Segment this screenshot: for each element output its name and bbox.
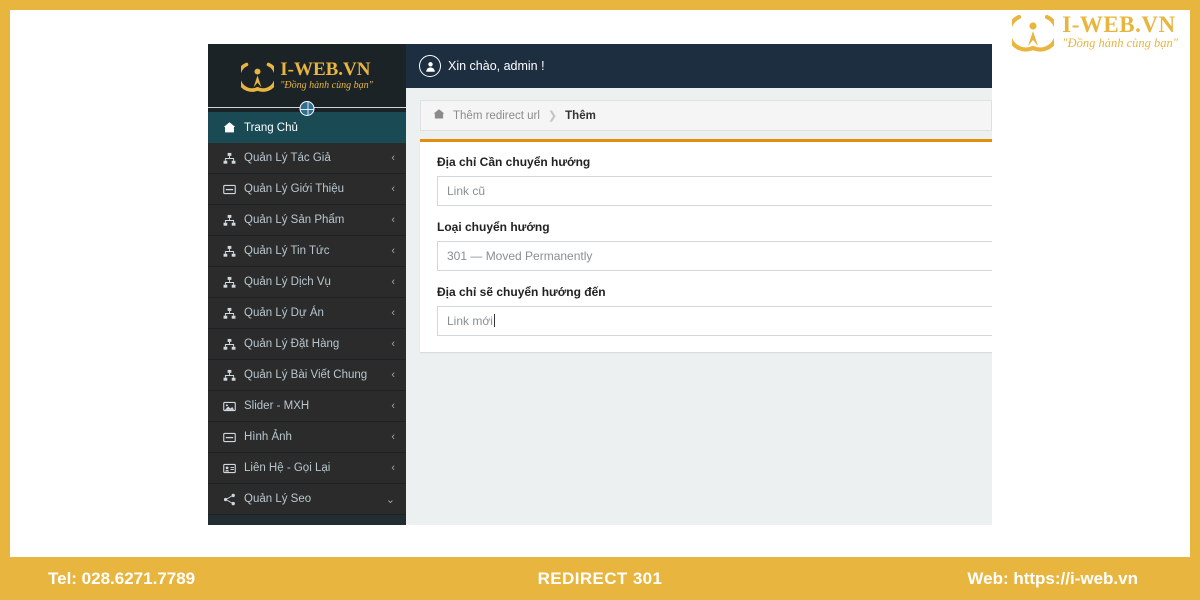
chevron-left-icon: ‹ [391, 214, 395, 226]
iweb-logo-icon [1007, 10, 1060, 52]
sidebar-item-label: Quản Lý Sản Phẩm [244, 214, 345, 226]
sidebar-item-5[interactable]: Quản Lý Dịch Vụ ‹ [208, 267, 406, 298]
sitemap-icon [222, 369, 237, 382]
sidebar-item-label: Quản Lý Dự Án [244, 307, 324, 319]
sidebar-item-2[interactable]: Quản Lý Giới Thiệu ‹ [208, 174, 406, 205]
brand-name: I-WEB.VN [1062, 11, 1176, 37]
breadcrumb-current: Thêm [565, 109, 596, 122]
sidebar: I-WEB.VN "Đồng hành cùng bạn" Trang Chủ Q… [208, 44, 406, 525]
globe-icon [299, 101, 315, 116]
chevron-left-icon: ‹ [391, 431, 395, 443]
chevron-left-icon: ‹ [391, 183, 395, 195]
sidebar-item-label: Trang Chủ [244, 121, 298, 134]
sitemap-icon [222, 152, 237, 165]
sidebar-item-label: Hình Ảnh [244, 431, 292, 443]
sidebar-item-4[interactable]: Quản Lý Tin Tức ‹ [208, 236, 406, 267]
form-field-value: 301 — Moved Permanently [447, 249, 593, 263]
topbar: Xin chào, admin ! [406, 44, 992, 88]
chevron-left-icon: ‹ [391, 245, 395, 257]
user-avatar-icon[interactable] [419, 55, 441, 77]
sidebar-item-1[interactable]: Quản Lý Tác Giả ‹ [208, 143, 406, 174]
sidebar-item-label: Quản Lý Tin Tức [244, 245, 330, 257]
sidebar-item-label: Quản Lý Tác Giả [244, 152, 331, 164]
sidebar-item-label: Slider - MXH [244, 400, 310, 412]
admin-screenshot: I-WEB.VN "Đồng hành cùng bạn" Trang Chủ Q… [208, 44, 992, 525]
form-field-1: Loại chuyển hướng 301 — Moved Permanently [437, 220, 992, 271]
sidebar-logo[interactable]: I-WEB.VN "Đồng hành cùng bạn" [208, 44, 406, 107]
sidebar-item-7[interactable]: Quản Lý Đặt Hàng ‹ [208, 329, 406, 360]
brand-logo: I-WEB.VN "Đồng hành cùng bạn" [1007, 8, 1178, 54]
form-field-input-0[interactable]: Link cũ [437, 176, 992, 206]
chevron-left-icon: ‹ [391, 338, 395, 350]
chevron-left-icon: ‹ [391, 369, 395, 381]
sidebar-item-11[interactable]: Liên Hệ - Gọi Lại ‹ [208, 453, 406, 484]
sitemap-icon [222, 214, 237, 227]
frame-border-right [1190, 0, 1200, 557]
share-icon [222, 493, 237, 506]
home-icon [222, 121, 237, 134]
form-field-input-2[interactable]: Link mới [437, 306, 992, 336]
redirect-type-select[interactable]: 301 — Moved Permanently [437, 241, 992, 271]
sidebar-item-label: Liên Hệ - Gọi Lại [244, 462, 331, 474]
sidebar-item-label: Quản Lý Giới Thiệu [244, 183, 345, 195]
sidebar-item-8[interactable]: Quản Lý Bài Viết Chung ‹ [208, 360, 406, 391]
chevron-left-icon: ‹ [391, 400, 395, 412]
chevron-right-icon: ❯ [547, 110, 558, 122]
form-field-value: Link mới [447, 314, 493, 328]
form-field-value: Link cũ [447, 184, 486, 198]
sidebar-item-6[interactable]: Quản Lý Dự Án ‹ [208, 298, 406, 329]
home-icon[interactable] [433, 108, 445, 123]
sidebar-item-label: Quản Lý Seo [244, 493, 312, 505]
sidebar-item-0[interactable]: Trang Chủ [208, 112, 406, 143]
sidebar-item-label: Quản Lý Bài Viết Chung [244, 369, 368, 381]
sitemap-icon [222, 245, 237, 258]
sidebar-item-12[interactable]: Quản Lý Seo ⌄ [208, 484, 406, 515]
sidebar-item-9[interactable]: Slider - MXH ‹ [208, 391, 406, 422]
window-icon [222, 431, 237, 444]
breadcrumb: Thêm redirect url ❯ Thêm [420, 100, 992, 131]
greeting-text: Xin chào, admin ! [448, 59, 545, 73]
form-field-label: Loại chuyển hướng [437, 220, 550, 234]
breadcrumb-parent[interactable]: Thêm redirect url [453, 110, 540, 122]
sidebar-item-3[interactable]: Quản Lý Sản Phẩm ‹ [208, 205, 406, 236]
chevron-down-icon: ⌄ [385, 493, 395, 506]
sidebar-item-label: Quản Lý Dịch Vụ [244, 276, 331, 288]
content-area: Thêm redirect url ❯ Thêm Địa chỉ Cần chu… [406, 88, 992, 525]
window-icon [222, 183, 237, 196]
brand-slogan: "Đồng hành cùng bạn" [1062, 35, 1178, 50]
form-field-2: Địa chỉ sẽ chuyển hướng đến Link mới [437, 285, 992, 336]
image-icon [222, 400, 237, 413]
footer-web: Web: https://i-web.vn [967, 568, 1138, 588]
sitemap-icon [222, 338, 237, 351]
iweb-logo-icon [237, 59, 279, 92]
sitemap-icon [222, 307, 237, 320]
chevron-left-icon: ‹ [391, 276, 395, 288]
chevron-left-icon: ‹ [391, 152, 395, 164]
frame-border-left [0, 0, 10, 557]
sidebar-logo-name: I-WEB.VN [280, 59, 371, 80]
sidebar-divider [208, 101, 406, 116]
sidebar-item-10[interactable]: Hình Ảnh ‹ [208, 422, 406, 453]
footer-bar: Tel: 028.6271.7789 REDIRECT 301 Web: htt… [0, 557, 1200, 600]
sidebar-logo-slogan: "Đồng hành cùng bạn" [280, 80, 373, 91]
chevron-left-icon: ‹ [391, 307, 395, 319]
redirect-form-panel: Địa chỉ Cần chuyển hướng Link cũ Loại chuy… [420, 139, 992, 352]
chevron-left-icon: ‹ [391, 462, 395, 474]
form-field-0: Địa chỉ Cần chuyển hướng Link cũ [437, 155, 992, 206]
id-card-icon [222, 462, 237, 475]
form-fields: Địa chỉ Cần chuyển hướng Link cũ Loại chuy… [437, 155, 992, 336]
sidebar-item-label: Quản Lý Đặt Hàng [244, 338, 340, 350]
form-field-label: Địa chỉ sẽ chuyển hướng đến [437, 285, 606, 299]
form-field-label: Địa chỉ Cần chuyển hướng [437, 155, 591, 169]
sidebar-menu: Trang Chủ Quản Lý Tác Giả ‹ Quản Lý Giới Th… [208, 112, 406, 515]
sitemap-icon [222, 276, 237, 289]
